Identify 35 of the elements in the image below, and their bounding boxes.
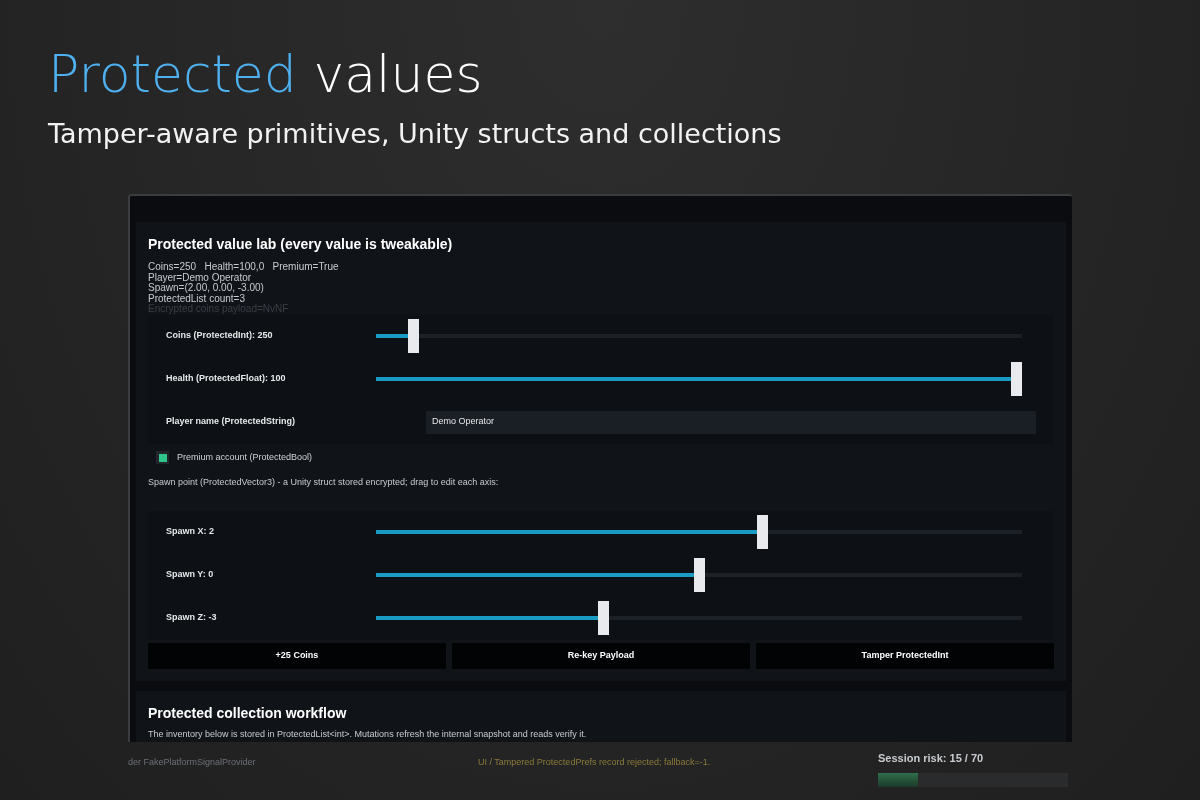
slider-label: Spawn Y: 0: [166, 568, 215, 582]
spawn-note: Spawn point (ProtectedVector3) - a Unity struct stored encrypted; drag to edit each axis:: [148, 475, 500, 488]
readout-line: Player=Demo Operator: [148, 272, 252, 283]
slider-thumb[interactable]: [757, 515, 768, 549]
slider[interactable]: [376, 601, 1022, 635]
action-button[interactable]: Re-key Payload: [452, 642, 750, 669]
slider-thumb[interactable]: [693, 558, 705, 592]
readout-line: ProtectedList count=3: [148, 293, 245, 304]
slider[interactable]: [376, 558, 1022, 592]
checkbox-label: Premium account (ProtectedBool): [177, 450, 313, 464]
slider-thumb[interactable]: [1011, 362, 1022, 396]
action-button[interactable]: +25 Coins: [148, 642, 446, 669]
slider[interactable]: [376, 319, 1022, 353]
page-title: Protected values: [48, 43, 484, 106]
slider-label: Coins (ProtectedInt): 250: [166, 329, 274, 343]
slider-label: Health (ProtectedFloat): 100: [166, 372, 287, 386]
lab-title: Protected value lab (every value is tweakable): [148, 235, 454, 254]
collection-description: The inventory below is stored in ProtectedList<int>. Mutations refresh the internal snapshot and reads verify it.: [148, 727, 588, 741]
slider[interactable]: [376, 362, 1022, 396]
slider-thumb[interactable]: [598, 601, 610, 635]
player-name-field[interactable]: Demo Operator: [426, 410, 1036, 434]
status-message: UI / Tampered ProtectedPrefs record rejected; fallback=-1.: [478, 756, 712, 769]
readout-line: Coins=250 Health=100,0 Premium=True: [148, 262, 340, 273]
page-subtitle: Tamper-aware primitives, Unity structs and collections: [48, 117, 783, 151]
action-button[interactable]: Tamper ProtectedInt: [756, 642, 1054, 669]
session-risk-label: Session risk: 15 / 70: [878, 751, 985, 766]
readout-line: Spawn=(2.00, 0.00, -3.00): [148, 283, 265, 294]
slider[interactable]: [376, 515, 1022, 549]
collection-title: Protected collection workflow: [148, 703, 348, 723]
checkbox[interactable]: [156, 451, 169, 464]
slider-thumb[interactable]: [407, 319, 419, 353]
slider-label: Spawn X: 2: [166, 525, 215, 539]
field-label: Player name (ProtectedString): [166, 415, 297, 429]
status-text: der FakePlatformSignalProvider: [128, 756, 257, 769]
slider-label: Spawn Z: -3: [166, 611, 218, 625]
